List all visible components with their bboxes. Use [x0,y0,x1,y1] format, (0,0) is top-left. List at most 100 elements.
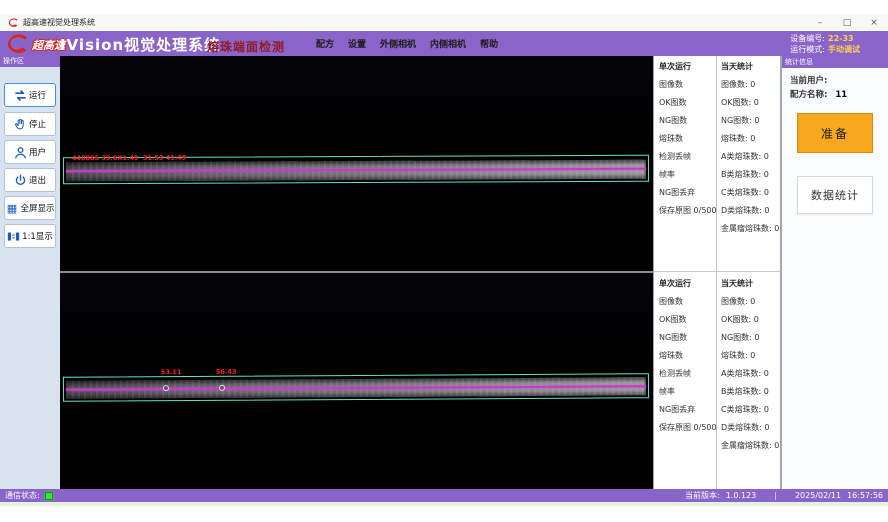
stat-row: NG图数: 0 [721,329,779,347]
stat-row: C类熔珠数: 0 [721,401,779,419]
device-number-label: 设备编号: [790,34,825,43]
stop-button[interactable]: 停止 [4,112,56,136]
stat-row: B类熔珠数: 0 [721,383,779,401]
stat-row: C类熔珠数: 0 [721,184,779,202]
exit-button-label: 退出 [29,174,46,186]
stat-row: NG图数 [659,112,714,130]
stat-row: 熔珠数: 0 [721,130,779,148]
app-logo-icon [8,17,19,28]
stat-row: A类熔珠数: 0 [721,365,779,383]
stat-row: NG图数: 0 [721,112,779,130]
inner-camera-viewport[interactable]: 53.11 56.43 [60,273,653,489]
data-statistics-button[interactable]: 数据统计 [797,176,873,214]
one-to-one-icon [7,230,20,243]
status-time: 16:57:56 [847,491,883,500]
info-panel: 统计信息 当前用户: 配方名称: 11 准备 数据统计 [781,56,888,489]
stop-button-label: 停止 [29,118,46,130]
stat-row: 保存原图 0/500 [659,419,714,437]
menu-item-inner-camera[interactable]: 内侧相机 [430,37,466,50]
stat-row: 图像数: 0 [721,293,779,311]
stat-row: D类熔珠数: 0 [721,202,779,220]
comm-status-green-indicator [45,492,53,500]
measurement-annotation: 56.43 [216,368,237,376]
app-title: IVision视觉处理系统 [60,34,220,55]
stat-row: 帧率 [659,166,714,184]
sidebar-title: 操作区 [0,56,60,67]
brand-logo-icon [4,33,32,54]
stat-row: OK图数: 0 [721,94,779,112]
stat-row: OK图数: 0 [721,311,779,329]
info-panel-title: 统计信息 [782,56,888,68]
maximize-button[interactable]: □ [841,18,853,28]
device-number-value: 22-33 [828,34,854,43]
menu-item-outer-camera[interactable]: 外侧相机 [380,37,416,50]
stat-row: NG图丢弃 [659,184,714,202]
one-to-one-button-label: 1:1显示 [22,230,53,242]
close-button[interactable]: × [868,18,880,28]
single-run-title: 单次运行 [659,59,714,76]
menu-item-help[interactable]: 帮助 [480,37,498,50]
run-button[interactable]: 运行 [4,83,56,107]
stat-row: OK图数 [659,311,714,329]
daily-stats-title: 当天统计 [721,276,779,293]
stat-row: B类熔珠数: 0 [721,166,779,184]
stat-row: 检测丢帧 [659,365,714,383]
outer-camera-viewport[interactable]: 440885 39.8X1.49 31.53 41.49 [60,56,653,271]
stat-row: 金属瘤熔珠数: 0 [721,220,779,238]
measurement-annotation: 53.11 [161,368,182,376]
app-window: 超高速视觉处理系统 – □ × 超高速 IVision视觉处理系统 熔珠端面检测… [0,0,888,522]
window-bottom-edge [0,502,888,506]
fullscreen-grid-icon: ▦ [5,202,18,215]
menu-bar: 配方 设置 外侧相机 内侧相机 帮助 [316,31,498,56]
stat-row: 图像数: 0 [721,76,779,94]
stat-row: 图像数 [659,76,714,94]
stat-row: NG图数 [659,329,714,347]
exit-button[interactable]: 退出 [4,168,56,192]
minimize-button[interactable]: – [814,18,826,28]
fullscreen-button[interactable]: ▦ 全屏显示 [4,196,56,220]
recipe-name-label: 配方名称: [790,90,827,100]
stat-row: OK图数 [659,94,714,112]
stat-row: 金属瘤熔珠数: 0 [721,437,779,455]
stat-row: 保存原图 0/500 [659,202,714,220]
run-button-label: 运行 [29,89,46,101]
comm-status-label: 通信状态: [5,490,40,501]
stat-row: 熔珠数: 0 [721,347,779,365]
menu-item-settings[interactable]: 设置 [348,37,366,50]
window-title: 超高速视觉处理系统 [23,17,95,28]
user-button[interactable]: 用户 [4,140,56,164]
detection-roi-box: 440885 39.8X1.49 31.53 41.49 [63,155,649,185]
window-titlebar: 超高速视觉处理系统 – □ × [0,14,888,31]
fullscreen-button-label: 全屏显示 [20,202,54,214]
version-value: 1.0.123 [726,491,757,500]
run-cycle-icon [14,89,27,102]
status-bar: 通信状态: 当前版本: 1.0.123 | 2025/02/11 16:57:5… [0,489,888,502]
stat-row: 图像数 [659,293,714,311]
app-header: 超高速 IVision视觉处理系统 熔珠端面检测 配方 设置 外侧相机 内侧相机… [0,31,888,56]
user-button-label: 用户 [29,146,46,158]
outer-camera-stats: 单次运行 图像数 OK图数 NG图数 熔珠数 检测丢帧 帧率 NG图丢弃 保存原… [654,56,780,271]
status-date: 2025/02/11 [795,491,841,500]
stat-row: 熔珠数 [659,347,714,365]
detection-roi-box: 53.11 56.43 [63,373,649,402]
defect-marker [163,385,169,391]
stat-row: NG图丢弃 [659,401,714,419]
daily-stats-title: 当天统计 [721,59,779,76]
app-subtitle: 熔珠端面检测 [207,38,285,55]
camera-image-area: 440885 39.8X1.49 31.53 41.49 53.11 56.43 [60,56,653,489]
operation-sidebar: 操作区 运行 停止 用户 退出 ▦ 全屏显示 [0,56,60,489]
user-icon [14,146,27,159]
statistics-column: 单次运行 图像数 OK图数 NG图数 熔珠数 检测丢帧 帧率 NG图丢弃 保存原… [653,56,781,489]
menu-item-recipe[interactable]: 配方 [316,37,334,50]
recipe-name-value: 11 [835,90,847,100]
single-run-title: 单次运行 [659,276,714,293]
stat-row: D类熔珠数: 0 [721,419,779,437]
defect-marker [219,385,225,391]
one-to-one-button[interactable]: 1:1显示 [4,224,56,248]
prepare-button[interactable]: 准备 [797,113,873,153]
status-separator: | [774,491,777,500]
measurement-annotation: 440885 39.8X1.49 31.53 41.49 [72,154,186,162]
version-label: 当前版本: [685,490,720,501]
stop-hand-icon [14,118,27,131]
stats-divider [654,271,780,272]
